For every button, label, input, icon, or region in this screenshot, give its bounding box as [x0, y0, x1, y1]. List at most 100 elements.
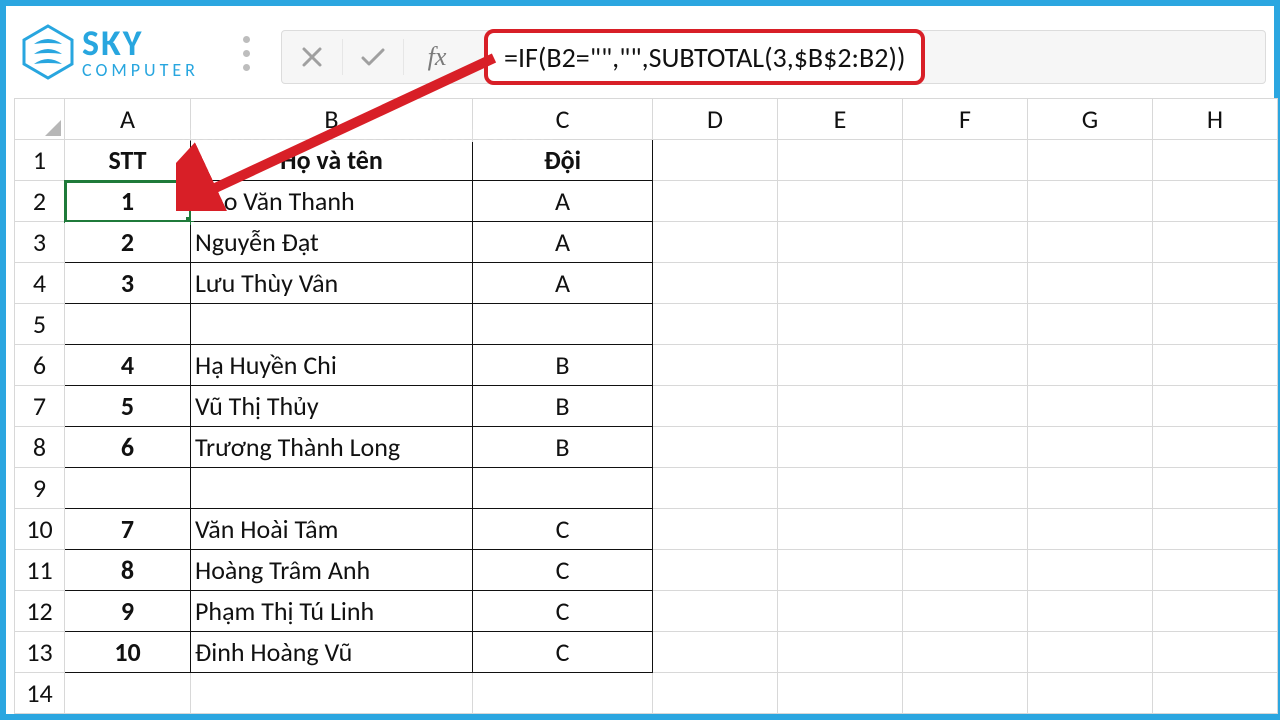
header-cell-stt[interactable]: STT: [65, 140, 191, 181]
cell-A9[interactable]: [65, 468, 191, 509]
cell[interactable]: [778, 263, 903, 304]
cell[interactable]: [1153, 263, 1278, 304]
cell-C8[interactable]: B: [473, 427, 653, 468]
cell-C13[interactable]: C: [473, 632, 653, 673]
cell[interactable]: [653, 140, 778, 181]
cell[interactable]: [903, 468, 1028, 509]
cell-B5[interactable]: [191, 304, 473, 345]
cancel-button[interactable]: [282, 31, 342, 83]
cell[interactable]: [653, 632, 778, 673]
cell-C11[interactable]: C: [473, 550, 653, 591]
cell-A4[interactable]: 3: [65, 263, 191, 304]
cell[interactable]: [653, 550, 778, 591]
enter-button[interactable]: [343, 31, 403, 83]
cell[interactable]: [778, 222, 903, 263]
row-header-5[interactable]: 5: [15, 304, 65, 345]
row-header-7[interactable]: 7: [15, 386, 65, 427]
cell-C3[interactable]: A: [473, 222, 653, 263]
cell-A14[interactable]: [65, 673, 191, 714]
row-header-4[interactable]: 4: [15, 263, 65, 304]
cell-A12[interactable]: 9: [65, 591, 191, 632]
cell[interactable]: [778, 345, 903, 386]
cell[interactable]: [903, 550, 1028, 591]
cell[interactable]: [653, 304, 778, 345]
cell[interactable]: [1028, 304, 1153, 345]
cell[interactable]: [1153, 591, 1278, 632]
cell[interactable]: [1028, 550, 1153, 591]
cell[interactable]: [1028, 222, 1153, 263]
cell[interactable]: [778, 591, 903, 632]
cell-B3[interactable]: Nguyễn Đạt: [191, 222, 473, 263]
column-header-D[interactable]: D: [653, 99, 778, 140]
cell-C5[interactable]: [473, 304, 653, 345]
cell[interactable]: [778, 181, 903, 222]
cell[interactable]: [1153, 550, 1278, 591]
header-cell-team[interactable]: Đội: [473, 140, 653, 181]
cell-A13[interactable]: 10: [65, 632, 191, 673]
cell-B13[interactable]: Đinh Hoàng Vũ: [191, 632, 473, 673]
cell[interactable]: [1153, 345, 1278, 386]
cell-B14[interactable]: [191, 673, 473, 714]
cell[interactable]: [1028, 345, 1153, 386]
column-header-B[interactable]: B: [191, 99, 473, 140]
cell[interactable]: [653, 468, 778, 509]
cell-C4[interactable]: A: [473, 263, 653, 304]
cell-B7[interactable]: Vũ Thị Thủy: [191, 386, 473, 427]
cell[interactable]: [653, 386, 778, 427]
cell[interactable]: [1153, 181, 1278, 222]
cell-C7[interactable]: B: [473, 386, 653, 427]
cell-B8[interactable]: Trương Thành Long: [191, 427, 473, 468]
cell-B6[interactable]: Hạ Huyền Chi: [191, 345, 473, 386]
cell[interactable]: [1153, 304, 1278, 345]
cell[interactable]: [778, 427, 903, 468]
cell[interactable]: [903, 263, 1028, 304]
cell[interactable]: [778, 468, 903, 509]
cell[interactable]: [1153, 468, 1278, 509]
row-header-14[interactable]: 14: [15, 673, 65, 714]
cell[interactable]: [778, 632, 903, 673]
row-header-12[interactable]: 12: [15, 591, 65, 632]
cell[interactable]: [778, 304, 903, 345]
row-header-9[interactable]: 9: [15, 468, 65, 509]
cell-A3[interactable]: 2: [65, 222, 191, 263]
cell-B4[interactable]: Lưu Thùy Vân: [191, 263, 473, 304]
cell[interactable]: [903, 632, 1028, 673]
cell-C9[interactable]: [473, 468, 653, 509]
formula-input[interactable]: =IF(B2="","",SUBTOTAL(3,$B$2:B2)): [484, 29, 925, 85]
cell-B12[interactable]: Phạm Thị Tú Linh: [191, 591, 473, 632]
cell[interactable]: [653, 591, 778, 632]
cell[interactable]: [653, 222, 778, 263]
cell[interactable]: [1153, 673, 1278, 714]
column-header-G[interactable]: G: [1028, 99, 1153, 140]
cell-A7[interactable]: 5: [65, 386, 191, 427]
cell-C12[interactable]: C: [473, 591, 653, 632]
cell[interactable]: [1028, 673, 1153, 714]
cell[interactable]: [903, 591, 1028, 632]
cell[interactable]: [1028, 263, 1153, 304]
cell[interactable]: [653, 673, 778, 714]
cell-B2[interactable]: Đào Văn Thanh: [191, 181, 473, 222]
cell[interactable]: [653, 345, 778, 386]
cell[interactable]: [1153, 509, 1278, 550]
cell[interactable]: [903, 673, 1028, 714]
cell[interactable]: [778, 386, 903, 427]
cell[interactable]: [778, 140, 903, 181]
cell[interactable]: [903, 304, 1028, 345]
cell[interactable]: [903, 181, 1028, 222]
cell-B11[interactable]: Hoàng Trâm Anh: [191, 550, 473, 591]
cell-A6[interactable]: 4: [65, 345, 191, 386]
cell[interactable]: [653, 427, 778, 468]
cell[interactable]: [903, 509, 1028, 550]
column-header-F[interactable]: F: [903, 99, 1028, 140]
cell-C14[interactable]: [473, 673, 653, 714]
row-header-3[interactable]: 3: [15, 222, 65, 263]
spreadsheet[interactable]: A B C D E F G H 1 STT Họ và tên Đội 21Đà…: [14, 98, 1266, 708]
cell-C10[interactable]: C: [473, 509, 653, 550]
cell[interactable]: [1153, 140, 1278, 181]
cell[interactable]: [903, 427, 1028, 468]
select-all-corner[interactable]: [15, 99, 65, 140]
cell[interactable]: [1028, 140, 1153, 181]
cell[interactable]: [778, 550, 903, 591]
cell[interactable]: [653, 263, 778, 304]
cell[interactable]: [653, 181, 778, 222]
